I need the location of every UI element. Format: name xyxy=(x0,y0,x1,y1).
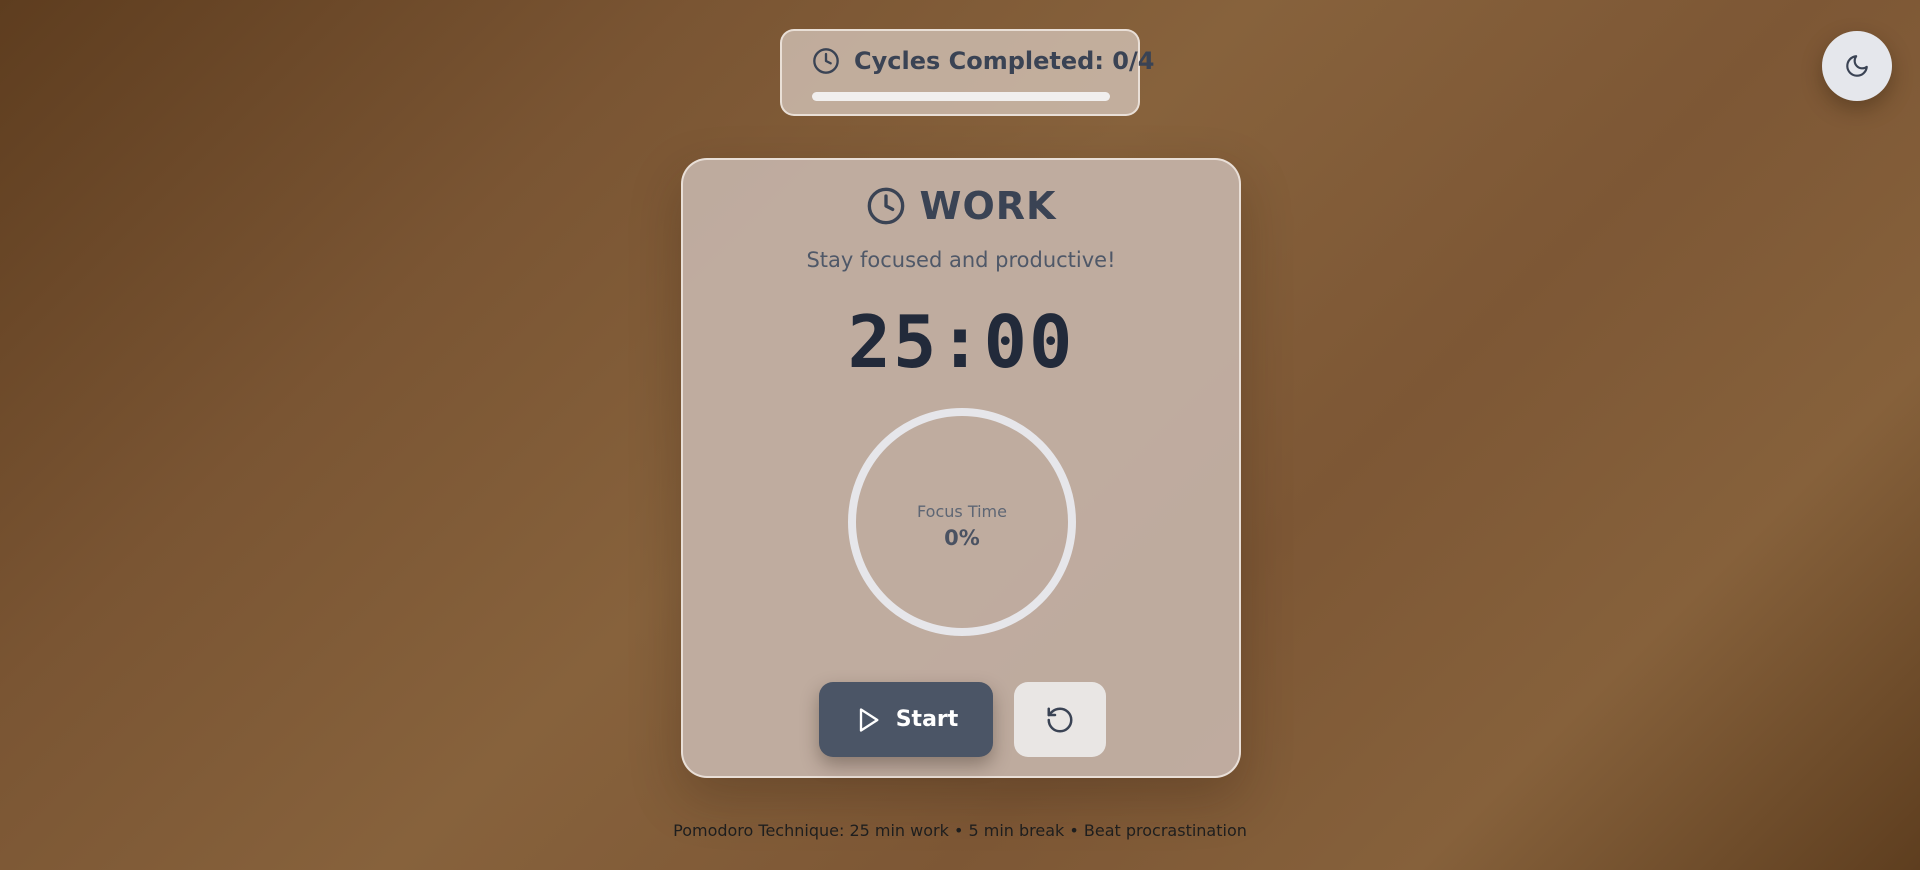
start-button[interactable]: Start xyxy=(819,682,993,757)
footer-text: Pomodoro Technique: 25 min work • 5 min … xyxy=(673,821,1247,840)
mode-subtitle: Stay focused and productive! xyxy=(806,248,1116,272)
reset-icon xyxy=(1047,707,1073,732)
progress-ring-track xyxy=(848,408,1076,636)
start-button-label: Start xyxy=(895,707,959,732)
reset-button[interactable] xyxy=(1014,682,1106,757)
play-icon xyxy=(859,707,879,732)
cycles-completed-text: Cycles Completed: 0/4 xyxy=(854,47,1155,75)
cycles-panel: Cycles Completed: 0/4 xyxy=(780,29,1154,116)
clock-icon xyxy=(813,48,839,74)
cycles-header: Cycles Completed: 0/4 xyxy=(812,47,1154,75)
cycles-progress-bar xyxy=(812,92,1110,101)
mode-title: WORK xyxy=(919,184,1057,228)
moon-icon xyxy=(1846,55,1868,77)
mode-header: WORK xyxy=(683,184,1239,228)
theme-toggle-button[interactable] xyxy=(1822,31,1892,101)
progress-label: Focus Time xyxy=(917,502,1007,521)
progress-ring: Focus Time 0% xyxy=(846,406,1078,638)
timer-card: WORK Stay focused and productive! 25:00 … xyxy=(681,158,1241,778)
progress-ring-graphic xyxy=(848,408,1076,636)
timer-display: 25:00 xyxy=(847,300,1075,384)
clock-icon xyxy=(867,187,904,225)
progress-percent: 0% xyxy=(944,526,980,550)
